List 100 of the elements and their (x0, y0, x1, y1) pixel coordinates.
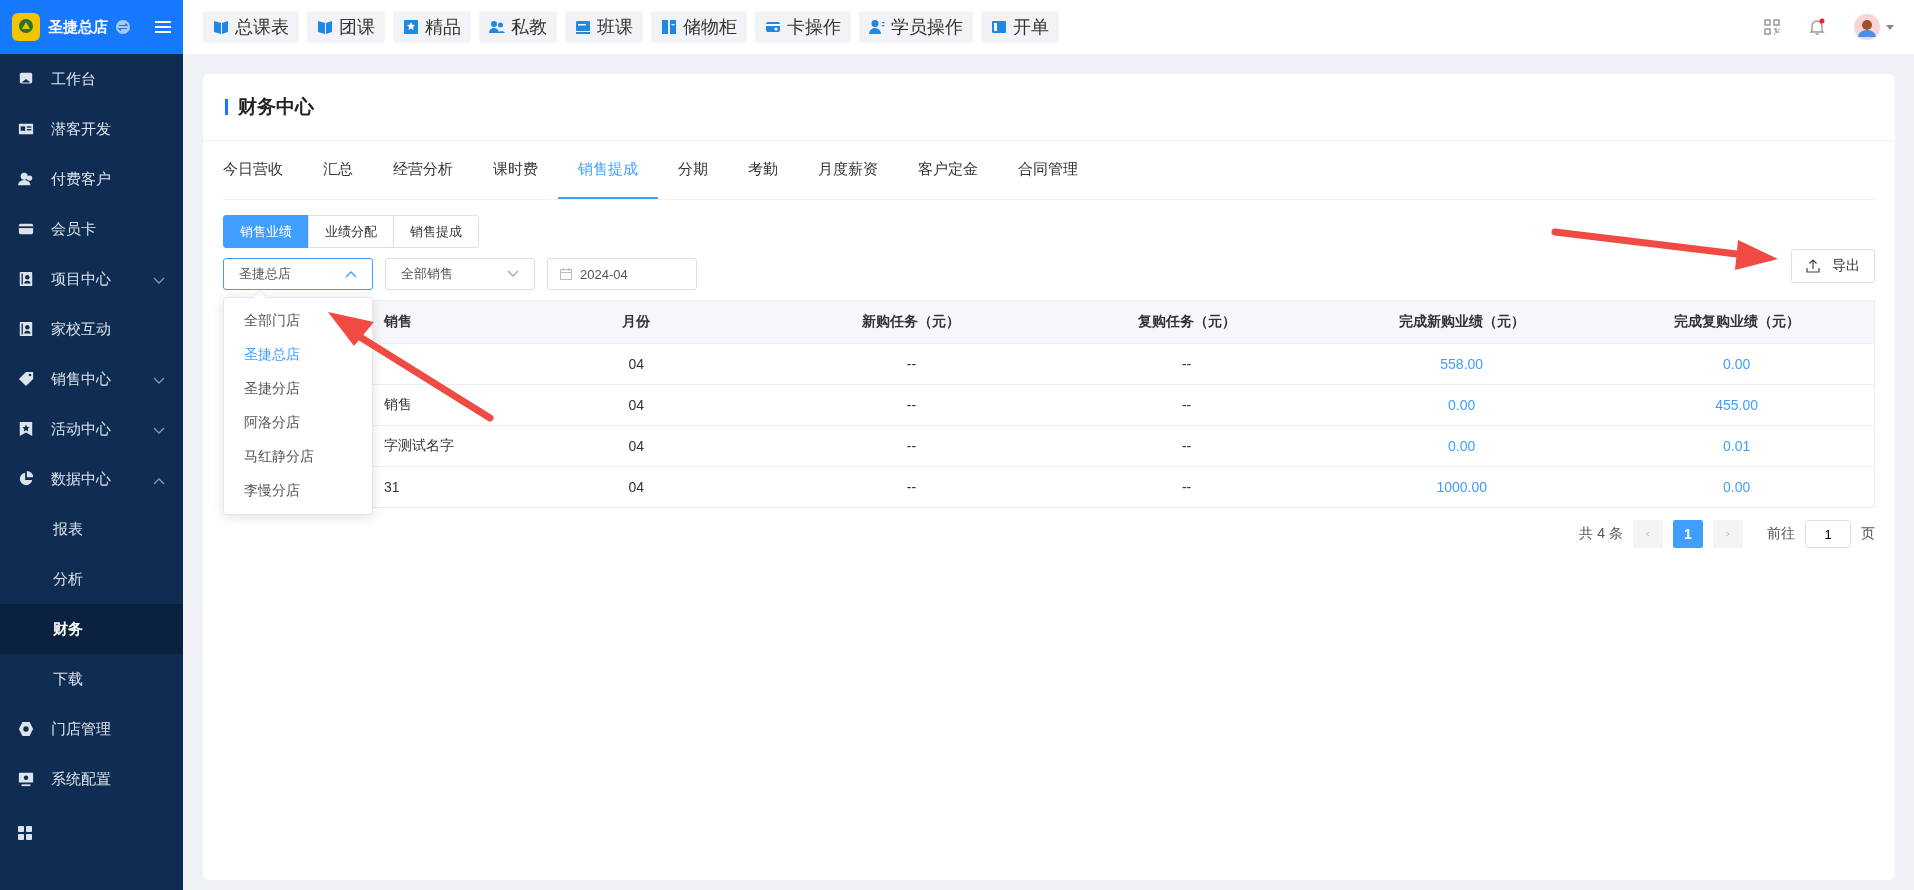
wallet-icon (991, 19, 1007, 35)
book-icon (213, 19, 229, 35)
quick-action-button[interactable]: 班课 (565, 11, 643, 43)
quick-action-button[interactable]: 私教 (479, 11, 557, 43)
locker-icon (661, 19, 677, 35)
chevron-left-icon (1644, 530, 1652, 538)
hexagon-icon (18, 721, 34, 737)
sidebar-subitem[interactable]: 财务 (0, 604, 183, 654)
apps-grid-icon[interactable] (18, 826, 32, 840)
table-cell: 04 (628, 356, 644, 372)
column-header: 完成新购业绩（元） (1324, 300, 1600, 344)
page-title: 财务中心 (238, 95, 314, 119)
table-cell: 04 (628, 397, 644, 413)
dropdown-option[interactable]: 阿洛分店 (224, 406, 372, 440)
sidebar-item[interactable]: 工作台 (0, 54, 183, 104)
quick-action-button[interactable]: 团课 (307, 11, 385, 43)
sidebar-item[interactable]: 付费客户 (0, 154, 183, 204)
tab[interactable]: 课时费 (473, 141, 558, 199)
quick-action-button[interactable]: 总课表 (203, 11, 299, 43)
table-cell: -- (1181, 438, 1192, 454)
contact-book-icon (18, 321, 34, 337)
chevron-right-icon (1724, 530, 1732, 538)
upload-icon (1806, 259, 1820, 273)
page-input[interactable]: 1 (1805, 520, 1851, 548)
sidebar-subitem[interactable]: 下载 (0, 654, 183, 704)
table-cell: 04 (628, 438, 644, 454)
sidebar-item[interactable]: 系统配置 (0, 754, 183, 804)
tab[interactable]: 合同管理 (998, 141, 1098, 199)
quick-action-button[interactable]: 储物柜 (651, 11, 747, 43)
table-cell: -- (906, 438, 917, 454)
month-picker[interactable]: 2024-04 (547, 258, 697, 290)
tab[interactable]: 汇总 (303, 141, 373, 199)
book-icon (317, 19, 333, 35)
chevron-icon (507, 270, 519, 278)
segment-button[interactable]: 销售提成 (393, 215, 479, 248)
card-icon (18, 221, 34, 237)
quick-action-button[interactable]: 开单 (981, 11, 1059, 43)
page-suffix: 页 (1861, 525, 1875, 543)
user-icon (869, 19, 885, 35)
sidebar-item[interactable]: 销售中心 (0, 354, 183, 404)
calendar-icon (560, 268, 572, 280)
table-cell: 31 (384, 479, 400, 495)
sidebar-subitem[interactable]: 分析 (0, 554, 183, 604)
sidebar-subitem[interactable]: 报表 (0, 504, 183, 554)
tab[interactable]: 经营分析 (373, 141, 473, 199)
export-button[interactable]: 导出 (1791, 249, 1875, 283)
quick-action-button[interactable]: 学员操作 (859, 11, 973, 43)
dropdown-option[interactable]: 全部门店 (224, 304, 372, 338)
quick-action-button[interactable]: 卡操作 (755, 11, 851, 43)
avatar-icon[interactable] (1854, 14, 1880, 40)
table-cell: -- (1181, 479, 1192, 495)
tab[interactable]: 月度薪资 (798, 141, 898, 199)
caret-icon[interactable] (1886, 24, 1894, 30)
sidebar-item[interactable]: 活动中心 (0, 404, 183, 454)
table-cell: 字测试名字 (384, 437, 454, 453)
segment-button[interactable]: 业绩分配 (308, 215, 394, 248)
store-name: 圣捷总店 (48, 17, 108, 37)
table-cell: -- (906, 397, 917, 413)
users-icon (18, 171, 34, 187)
chevron-icon (345, 270, 357, 278)
tag-icon (18, 371, 34, 387)
switch-icon[interactable] (116, 20, 130, 34)
quick-action-button[interactable]: 精品 (393, 11, 471, 43)
store-select[interactable]: 圣捷总店 (223, 258, 373, 290)
column-header: 月份 (498, 300, 774, 344)
card-icon (765, 19, 781, 35)
sidebar-item[interactable]: 门店管理 (0, 704, 183, 754)
table-cell: 销售 (384, 396, 412, 412)
qr-code-icon[interactable] (1764, 19, 1780, 35)
sidebar-item[interactable]: 潜客开发 (0, 104, 183, 154)
screen-icon (575, 19, 591, 35)
column-header: 完成复购业绩（元） (1599, 300, 1875, 344)
screen-icon (18, 771, 34, 787)
sidebar-item[interactable]: 项目中心 (0, 254, 183, 304)
table-cell: -- (1181, 397, 1192, 413)
dropdown-option[interactable]: 圣捷分店 (224, 372, 372, 406)
sidebar-item[interactable]: 家校互动 (0, 304, 183, 354)
table-cell: -- (906, 479, 917, 495)
contact-book-icon (18, 271, 34, 287)
pie-chart-icon (18, 471, 34, 487)
sales-select[interactable]: 全部销售 (385, 258, 535, 290)
total-count: 共 4 条 (1579, 525, 1623, 543)
dropdown-option[interactable]: 李慢分店 (224, 474, 372, 508)
bell-with-dot-icon[interactable] (1808, 18, 1826, 36)
ribbon-badge-icon (18, 421, 34, 437)
column-header: 新购任务（元） (773, 300, 1049, 344)
tab[interactable]: 今日营收 (223, 141, 303, 199)
goto-label: 前往 (1767, 525, 1795, 543)
tab[interactable]: 考勤 (728, 141, 798, 199)
sidebar-item[interactable]: 会员卡 (0, 204, 183, 254)
id-card-icon (18, 121, 34, 137)
brand-logo (12, 13, 40, 41)
table-cell: 04 (628, 479, 644, 495)
sidebar-item[interactable]: 数据中心 (0, 454, 183, 504)
star-box-icon (403, 19, 419, 35)
menu-icon[interactable] (155, 20, 171, 34)
tab[interactable]: 分期 (658, 141, 728, 199)
dropdown-option[interactable]: 马红静分店 (224, 440, 372, 474)
tab[interactable]: 客户定金 (898, 141, 998, 199)
table-cell: -- (906, 356, 917, 372)
